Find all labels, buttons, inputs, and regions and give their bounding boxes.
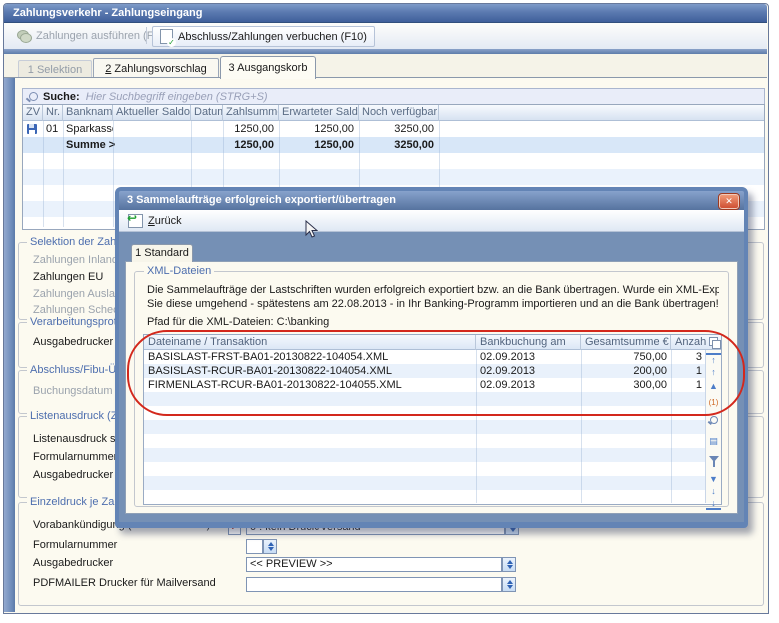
- sum-zahlsumme: 1250,00: [223, 137, 279, 153]
- tab-ausgangskorb-label: 3 Ausgangskorb: [229, 62, 308, 74]
- left-panel-strip: [4, 78, 15, 612]
- label-ausgabedrucker-2: Ausgabedrucker: [33, 469, 113, 481]
- tab-zahlungsvorschlag-label: Zahlungsvorschlag: [111, 63, 206, 75]
- empty-row[interactable]: [144, 490, 721, 503]
- cell-nr: 01: [43, 121, 63, 137]
- cell-bankname: Sparkasse: [63, 121, 113, 137]
- empty-row[interactable]: [144, 434, 721, 448]
- empty-row[interactable]: [23, 169, 764, 185]
- window-title: Zahlungsverkehr - Zahlungseingang: [13, 7, 202, 19]
- tab-ausgangskorb[interactable]: 3 Ausgangskorb: [220, 56, 316, 79]
- book-payments-label: Abschluss/Zahlungen verbuchen (F10): [178, 31, 367, 43]
- formularnummer-input[interactable]: [246, 539, 263, 554]
- tab-strip: 1 Selektion 2 Zahlungsvorschlag 3 Ausgan…: [4, 54, 767, 78]
- dialog-titlebar[interactable]: 3 Sammelaufträge erfolgreich exportiert/…: [119, 191, 744, 210]
- toolbar-separator: [146, 27, 147, 44]
- col-zahlsumme[interactable]: Zahlsumme €: [223, 105, 279, 121]
- mouse-cursor: [305, 220, 318, 242]
- main-toolbar: Zahlungen ausführen (F9) ✓ Abschluss/Zah…: [4, 23, 767, 50]
- option-zahlungen-ausland[interactable]: Zahlungen Ausland: [33, 288, 127, 300]
- disk-icon: [27, 124, 37, 134]
- empty-row[interactable]: [23, 153, 764, 169]
- col-filler: [439, 105, 764, 121]
- sum-erwartet: 1250,00: [279, 137, 359, 153]
- document-check-icon: ✓: [160, 29, 173, 44]
- coins-icon: [17, 30, 31, 42]
- dialog-toolbar: ↩ Zurück: [119, 210, 744, 232]
- execute-payments-label: Zahlungen ausführen (F9): [36, 30, 163, 42]
- cell-zahlsumme: 1250,00: [223, 121, 279, 137]
- search-label: Suche:: [43, 91, 80, 103]
- col-datum[interactable]: Datum: [191, 105, 223, 121]
- accounts-header-row[interactable]: ZV Nr. Bankname Aktueller Saldo € Datum …: [23, 105, 764, 121]
- dialog-title: 3 Sammelaufträge erfolgreich exportiert/…: [127, 194, 396, 206]
- col-erwarteter-saldo[interactable]: Erwarteter Saldo €: [279, 105, 359, 121]
- message-line-2: Sie diese umgehend - spätestens am 22.08…: [147, 298, 719, 310]
- xml-path-line: Pfad für die XML-Dateien: C:\banking: [147, 316, 719, 328]
- cell-datum: [191, 121, 223, 137]
- red-highlight-annotation: [127, 330, 745, 416]
- empty-row[interactable]: [144, 462, 721, 476]
- close-icon: ✕: [725, 196, 733, 206]
- formularnummer-spinner[interactable]: [263, 539, 277, 554]
- label-formularnummer-2: Formularnummer: [33, 539, 117, 551]
- back-icon: ↩: [128, 214, 143, 228]
- groupbox-label: XML-Dateien: [144, 265, 214, 277]
- col-nr[interactable]: Nr.: [43, 105, 63, 121]
- tab-zahlungsvorschlag[interactable]: 2 Zahlungsvorschlag: [93, 58, 219, 78]
- option-zahlungen-eu[interactable]: Zahlungen EU: [33, 271, 103, 283]
- empty-row[interactable]: [144, 420, 721, 434]
- ausgabedrucker-select-button[interactable]: [502, 557, 516, 572]
- back-button[interactable]: ↩ Zurück: [128, 213, 182, 228]
- sum-verfuegbar: 3250,00: [359, 137, 439, 153]
- tab-selektion[interactable]: 1 Selektion: [18, 60, 92, 78]
- tab-selektion-label: 1 Selektion: [28, 64, 82, 76]
- cell-erwartet: 1250,00: [279, 121, 359, 137]
- ausgabedrucker-select[interactable]: << PREVIEW >>: [246, 557, 502, 572]
- pdfmailer-select-button[interactable]: [502, 577, 516, 592]
- cell-saldo: [113, 121, 191, 137]
- col-zv[interactable]: ZV: [23, 105, 43, 121]
- page-down-icon[interactable]: ↓: [706, 486, 721, 496]
- scroll-to-bottom-icon[interactable]: ↓: [706, 498, 721, 510]
- table-row[interactable]: 01 Sparkasse 1250,00 1250,00 3250,00: [23, 121, 764, 137]
- window-titlebar[interactable]: Zahlungsverkehr - Zahlungseingang: [4, 4, 767, 23]
- empty-row[interactable]: [144, 476, 721, 490]
- book-payments-button[interactable]: ✓ Abschluss/Zahlungen verbuchen (F10): [152, 26, 375, 47]
- pdfmailer-select[interactable]: [246, 577, 502, 592]
- option-zahlungen-inland[interactable]: Zahlungen Inland: [33, 254, 118, 266]
- empty-row[interactable]: [144, 448, 721, 462]
- sum-label: Summe >: [63, 137, 191, 153]
- col-bankname[interactable]: Bankname: [63, 105, 113, 121]
- label-formularnummer: Formularnummer: [33, 451, 117, 463]
- col-aktueller-saldo[interactable]: Aktueller Saldo €: [113, 105, 191, 121]
- search-record-icon[interactable]: [710, 416, 718, 424]
- screen: Zahlungsverkehr - Zahlungseingang Zahlun…: [0, 0, 779, 623]
- dialog-tab-standard[interactable]: 1 Standard: [131, 244, 193, 262]
- label-ausgabedrucker-3: Ausgabedrucker: [33, 557, 113, 569]
- label-pdfmailer: PDFMAILER Drucker für Mailversand: [33, 577, 216, 589]
- next-record-icon[interactable]: ▼: [706, 474, 721, 484]
- search-input[interactable]: Hier Suchbegriff eingeben (STRG+S): [86, 91, 268, 103]
- sum-row: Summe > 1250,00 1250,00 3250,00: [23, 137, 764, 153]
- col-noch-verfuegbar[interactable]: Noch verfügbar €: [359, 105, 439, 121]
- list-view-icon[interactable]: ▤: [706, 436, 721, 446]
- message-line-1: Die Sammelaufträge der Lastschriften wur…: [147, 284, 719, 296]
- dialog-close-button[interactable]: ✕: [719, 194, 739, 209]
- cell-verfuegbar: 3250,00: [359, 121, 439, 137]
- filter-icon[interactable]: [709, 456, 719, 462]
- search-icon: [29, 92, 38, 101]
- search-bar[interactable]: Suche: Hier Suchbegriff eingeben (STRG+S…: [22, 88, 765, 105]
- label-ausgabedrucker: Ausgabedrucker: [33, 336, 113, 348]
